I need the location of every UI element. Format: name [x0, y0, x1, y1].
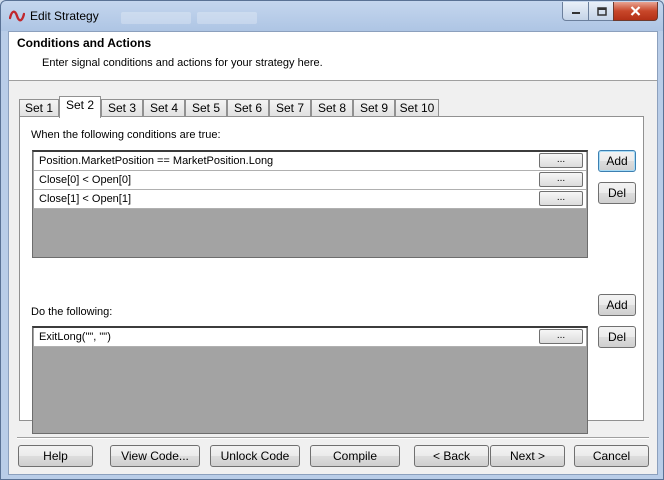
- close-button[interactable]: [613, 2, 658, 21]
- tab-set-9[interactable]: Set 9: [353, 99, 395, 117]
- action-row[interactable]: ExitLong("", "") ...: [34, 328, 586, 347]
- wizard-header: Conditions and Actions Enter signal cond…: [9, 32, 657, 81]
- actions-grid[interactable]: ExitLong("", "") ...: [32, 326, 588, 434]
- close-icon: [630, 6, 641, 16]
- edit-action-button[interactable]: ...: [539, 329, 583, 344]
- maximize-icon: [596, 6, 607, 16]
- tab-set-7[interactable]: Set 7: [269, 99, 311, 117]
- tab-set-10[interactable]: Set 10: [395, 99, 439, 117]
- minimize-icon: [572, 12, 580, 14]
- title-bar[interactable]: Edit Strategy: [1, 1, 663, 31]
- app-logo-icon: [9, 10, 25, 22]
- minimize-button[interactable]: [562, 2, 590, 21]
- add-action-button[interactable]: Add: [598, 294, 636, 316]
- tab-set-8[interactable]: Set 8: [311, 99, 353, 117]
- background-window-ghost: [197, 12, 257, 24]
- tab-set-5[interactable]: Set 5: [185, 99, 227, 117]
- background-window-ghost: [121, 12, 191, 24]
- action-text: ExitLong("", ""): [39, 331, 111, 343]
- condition-row[interactable]: Position.MarketPosition == MarketPositio…: [34, 152, 586, 171]
- delete-condition-button[interactable]: Del: [598, 182, 636, 204]
- conditions-grid[interactable]: Position.MarketPosition == MarketPositio…: [32, 150, 588, 258]
- page-title: Conditions and Actions: [17, 36, 152, 50]
- next-button[interactable]: Next >: [490, 445, 565, 467]
- window-title: Edit Strategy: [30, 9, 99, 23]
- condition-row[interactable]: Close[0] < Open[0] ...: [34, 171, 586, 190]
- conditions-label: When the following conditions are true:: [31, 129, 221, 141]
- page-subtitle: Enter signal conditions and actions for …: [42, 57, 323, 69]
- condition-text: Position.MarketPosition == MarketPositio…: [39, 155, 274, 167]
- dialog-client-area: Conditions and Actions Enter signal cond…: [8, 31, 658, 475]
- delete-action-button[interactable]: Del: [598, 326, 636, 348]
- condition-text: Close[1] < Open[1]: [39, 193, 132, 205]
- cancel-button[interactable]: Cancel: [574, 445, 649, 467]
- condition-row[interactable]: Close[1] < Open[1] ...: [34, 190, 586, 209]
- tab-set-3[interactable]: Set 3: [101, 99, 143, 117]
- tab-set-1[interactable]: Set 1: [19, 99, 59, 117]
- footer-separator: [17, 437, 649, 439]
- tab-panel-set-2: When the following conditions are true: …: [19, 116, 644, 434]
- add-condition-button[interactable]: Add: [598, 150, 636, 172]
- tab-set-4[interactable]: Set 4: [143, 99, 185, 117]
- edit-condition-button[interactable]: ...: [539, 191, 583, 206]
- edit-condition-button[interactable]: ...: [539, 153, 583, 168]
- edit-strategy-window: Edit Strategy Conditions and Actions Ent…: [0, 0, 664, 480]
- back-button[interactable]: < Back: [414, 445, 489, 467]
- tab-set-2[interactable]: Set 2: [59, 96, 101, 118]
- compile-button[interactable]: Compile: [310, 445, 400, 467]
- help-button[interactable]: Help: [18, 445, 93, 467]
- tab-set-6[interactable]: Set 6: [227, 99, 269, 117]
- unlock-code-button[interactable]: Unlock Code: [210, 445, 300, 467]
- edit-condition-button[interactable]: ...: [539, 172, 583, 187]
- view-code-button[interactable]: View Code...: [110, 445, 200, 467]
- condition-text: Close[0] < Open[0]: [39, 174, 132, 186]
- maximize-button[interactable]: [588, 2, 615, 21]
- actions-label: Do the following:: [31, 306, 113, 318]
